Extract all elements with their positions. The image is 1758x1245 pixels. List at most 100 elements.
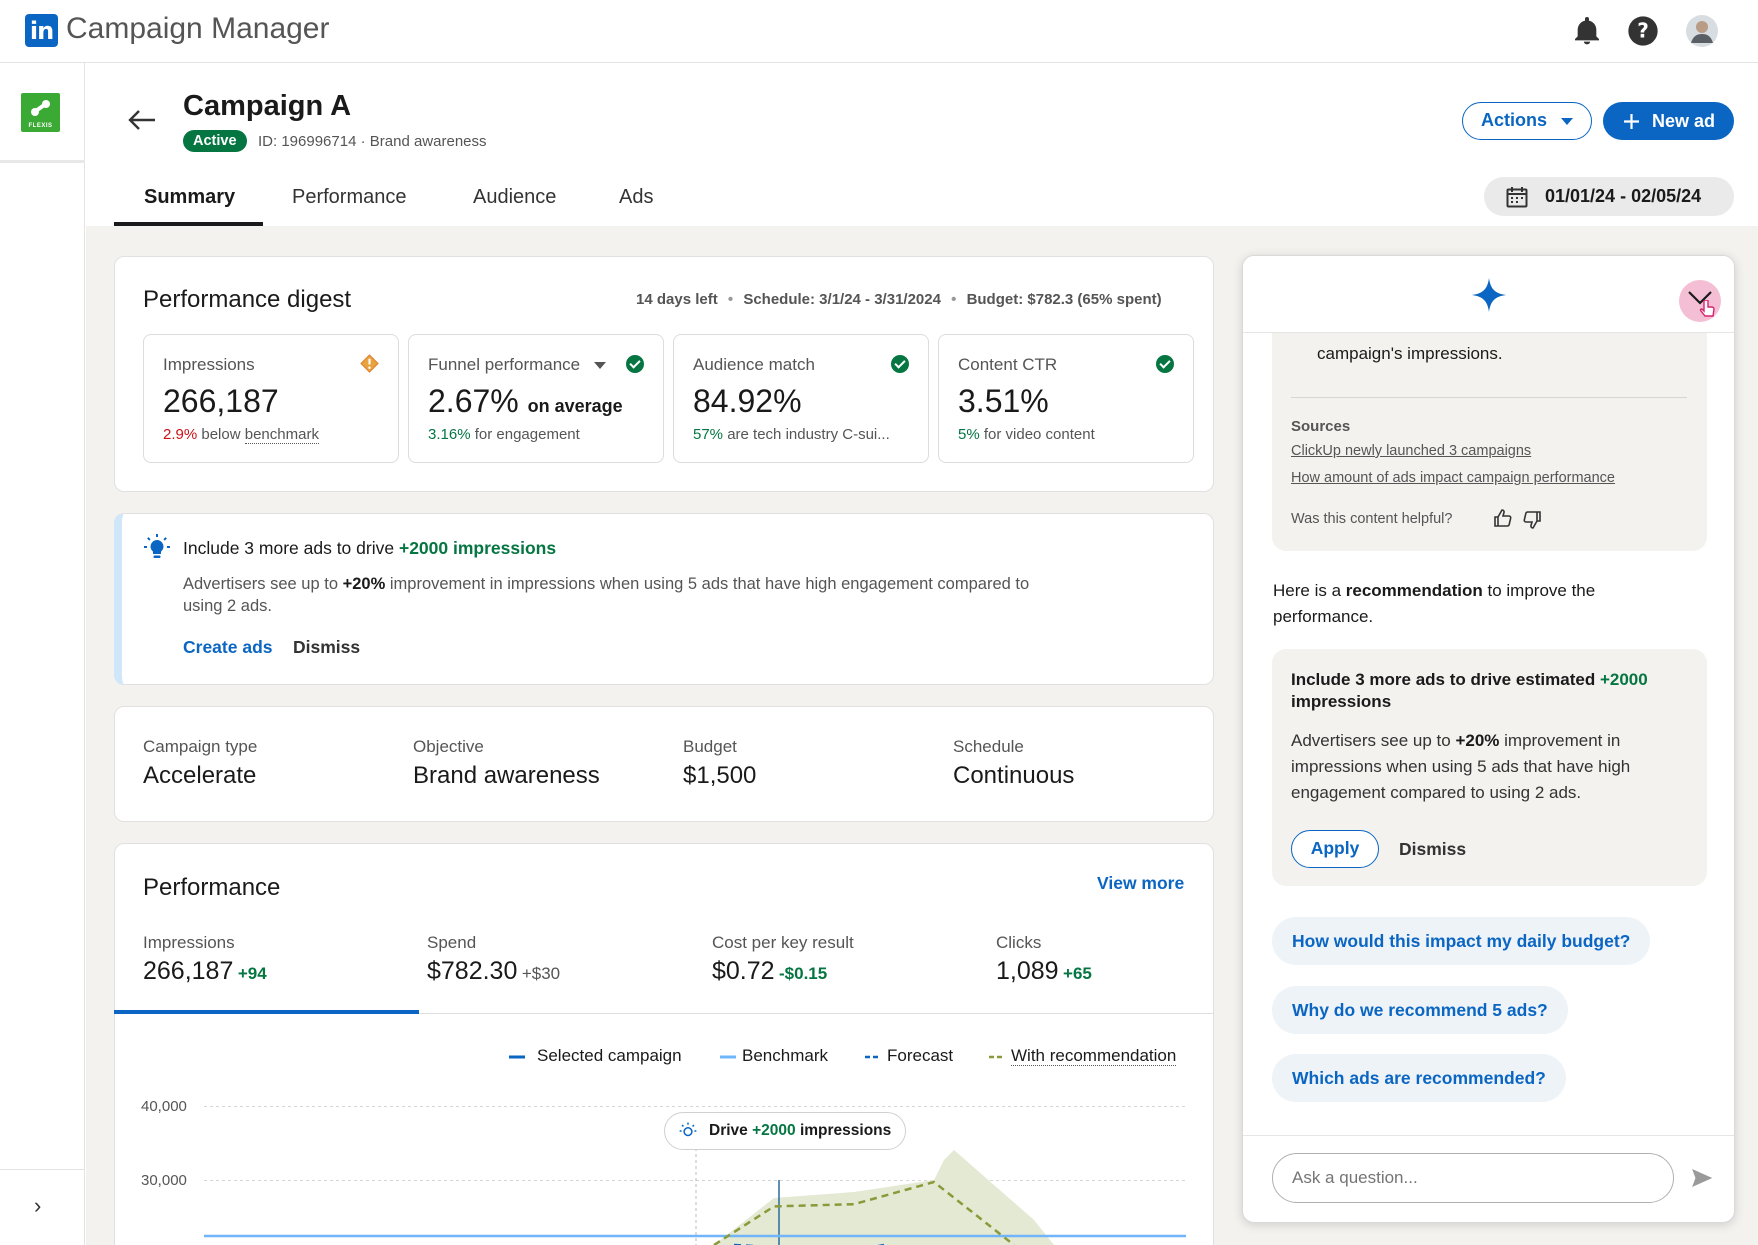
chat-rec-body-line2: impressions when using 5 ads that have h… (1291, 757, 1631, 776)
tab-ads[interactable]: Ads (619, 186, 653, 209)
detail-value: Accelerate (143, 762, 257, 789)
detail-objective: Objective Brand awareness (413, 737, 600, 790)
collapse-button[interactable] (1679, 280, 1721, 322)
metric-impressions[interactable]: Impressions 266,187 2.9% below benchmark (143, 334, 399, 463)
detail-label: Campaign type (143, 737, 258, 756)
metric-audience-match[interactable]: Audience match 84.92% 57% are tech indus… (673, 334, 929, 463)
tab-summary[interactable]: Summary (144, 186, 235, 209)
new-ad-button[interactable]: New ad (1603, 102, 1734, 140)
stat-spend[interactable]: Spend $782.30 +$30 (427, 933, 560, 986)
legend-label: Selected campaign (537, 1046, 682, 1065)
thumbs-down-icon[interactable] (1522, 510, 1542, 530)
campaign-id: ID: 196996714 (258, 133, 357, 150)
legend-swatch (509, 1055, 525, 1059)
lightbulb-icon (679, 1122, 697, 1137)
stat-cost-per-key-result[interactable]: Cost per key result $0.72 -$0.15 (712, 933, 854, 986)
lightbulb-icon (144, 534, 170, 558)
answer-text: campaign's impressions. (1317, 344, 1503, 363)
check-circle-icon (626, 355, 644, 373)
rec-title: Include 3 more ads to drive +2000 impres… (183, 538, 556, 559)
source-link[interactable]: ClickUp newly launched 3 campaigns (1291, 443, 1531, 459)
stat-label: Impressions (143, 933, 235, 952)
flexis-logo[interactable]: FLEXIS (21, 93, 60, 132)
chat-rec-body-bold: +20% (1455, 731, 1500, 750)
suggested-question[interactable]: Which ads are recommended? (1272, 1054, 1566, 1102)
detail-label: Schedule (953, 737, 1024, 756)
thumbs-up-icon[interactable] (1493, 508, 1513, 528)
chat-rec-title-prefix: Include 3 more ads to drive estimated (1291, 670, 1596, 689)
metric-sub-pct: 3.16% (428, 426, 471, 443)
ask-question-input[interactable] (1272, 1153, 1674, 1203)
tooltip-highlight: +2000 (752, 1122, 796, 1139)
benchmark-link[interactable]: benchmark (244, 426, 319, 444)
legend-swatch (720, 1055, 736, 1059)
divider (1291, 397, 1687, 398)
metric-funnel-performance[interactable]: Funnel performance 2.67% on average 3.16… (408, 334, 664, 463)
rail-divider (0, 160, 85, 163)
metric-label: Impressions (163, 355, 255, 374)
expand-chevron-icon[interactable]: › (34, 1193, 41, 1219)
helpful-prompt: Was this content helpful? (1291, 511, 1453, 527)
detail-campaign-type: Campaign type Accelerate (143, 737, 257, 790)
campaign-objective: Brand awareness (369, 133, 487, 150)
divider (1243, 1135, 1734, 1136)
stat-value: $0.72 (712, 957, 775, 985)
metric-sub-pct: 57% (693, 426, 724, 443)
stat-value: $782.30 (427, 957, 518, 985)
rec-body-line1: improvement in impressions when using 5 … (389, 575, 1030, 593)
caret-down-icon[interactable] (594, 362, 606, 369)
rail-divider (0, 1169, 85, 1170)
actions-button[interactable]: Actions (1462, 102, 1592, 140)
legend-label: Benchmark (742, 1046, 828, 1065)
suggested-question[interactable]: How would this impact my daily budget? (1272, 917, 1651, 965)
brand-label: FLEXIS (28, 123, 53, 129)
chat-dismiss-button[interactable]: Dismiss (1399, 839, 1466, 860)
metric-label: Content CTR (958, 355, 1058, 374)
source-link[interactable]: How amount of ads impact campaign perfor… (1291, 470, 1615, 486)
legend-swatch (989, 1055, 1005, 1058)
create-ads-button[interactable]: Create ads (183, 637, 273, 658)
digest-meta: 14 days left • Schedule: 3/1/24 - 3/31/2… (636, 291, 1162, 308)
dismiss-button[interactable]: Dismiss (293, 637, 360, 658)
apply-button[interactable]: Apply (1291, 830, 1379, 868)
metric-content-ctr[interactable]: Content CTR 3.51% 5% for video content (938, 334, 1194, 463)
metric-sub: 5% for video content (958, 426, 1095, 443)
help-icon[interactable]: ? (1627, 15, 1659, 47)
sources-label: Sources (1291, 418, 1351, 435)
chat-rec-title-line2: impressions (1291, 692, 1392, 711)
metric-sub: 2.9% below benchmark (163, 426, 319, 444)
rec-title-highlight: +2000 impressions (398, 538, 557, 558)
assistant-message: Here is a recommendation to improve the p… (1273, 578, 1713, 630)
tooltip-suffix: impressions (799, 1122, 892, 1139)
send-icon[interactable] (1692, 1168, 1712, 1188)
stat-impressions[interactable]: Impressions 266,187 +94 (143, 933, 267, 986)
rec-body: Advertisers see up to +20% improvement i… (183, 573, 1193, 617)
tab-performance[interactable]: Performance (292, 186, 407, 209)
meta-separator: · (360, 133, 366, 150)
intro-line2: performance. (1273, 607, 1374, 626)
back-arrow-icon[interactable] (127, 108, 157, 132)
legend-swatch (865, 1055, 881, 1058)
avatar[interactable] (1686, 15, 1718, 47)
assistant-header (1243, 256, 1734, 333)
suggested-question[interactable]: Why do we recommend 5 ads? (1272, 986, 1568, 1034)
stat-delta: +65 (1063, 964, 1092, 983)
schedule-text: Schedule: 3/1/24 - 3/31/2024 (743, 291, 941, 308)
tab-audience[interactable]: Audience (473, 186, 556, 209)
ai-assistant-panel: campaign's impressions. Sources ClickUp … (1242, 255, 1735, 1223)
detail-value: $1,500 (683, 762, 757, 789)
campaign-meta: ID: 196996714 · Brand awareness (258, 133, 487, 150)
view-more-link[interactable]: View more (1097, 873, 1184, 894)
digest-title: Performance digest (143, 286, 352, 313)
campaign-title: Campaign A (183, 90, 352, 122)
metric-sub-text: below (201, 426, 241, 443)
pointer-cursor-icon (1699, 300, 1715, 317)
date-range-picker[interactable]: 01/01/24 - 02/05/24 (1484, 177, 1734, 216)
status-badge: Active (183, 130, 247, 152)
stat-label: Spend (427, 933, 477, 952)
bell-icon[interactable] (1571, 15, 1603, 47)
legend-with-recommendation[interactable]: With recommendation (989, 1046, 1177, 1066)
linkedin-logo[interactable]: in (25, 14, 58, 47)
chat-rec-body-prefix: Advertisers see up to (1291, 731, 1451, 750)
stat-clicks[interactable]: Clicks 1,089 +65 (996, 933, 1092, 986)
